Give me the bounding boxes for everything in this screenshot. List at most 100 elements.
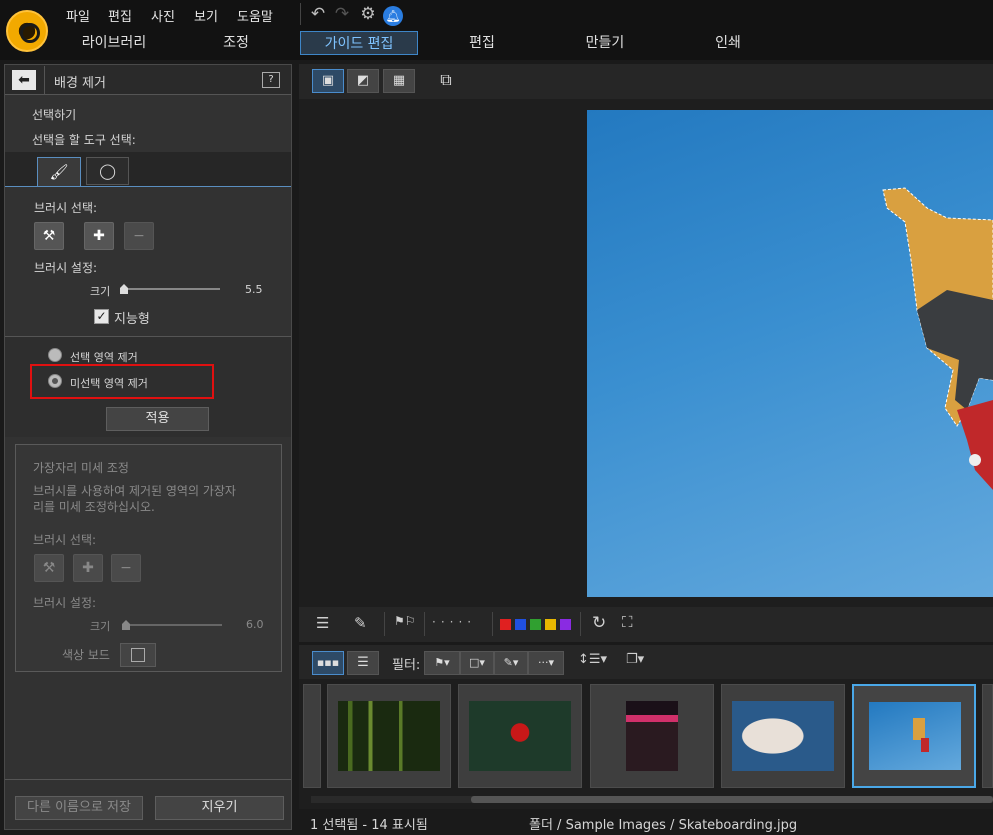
size-label: 크기	[90, 285, 111, 298]
menu-photo[interactable]: 사진	[151, 6, 175, 25]
apply-button[interactable]: 적용	[106, 407, 209, 431]
sort-dropdown-icon[interactable]: ↕☰▾	[578, 652, 607, 667]
save-as-button[interactable]: 다른 이름으로 저장	[15, 796, 143, 820]
app-logo	[6, 10, 48, 52]
refine-brush-settings-label: 브러시 설정:	[33, 596, 97, 610]
color-label-yellow[interactable]	[545, 619, 556, 630]
tab-guided-edit[interactable]: 가이드 편집	[300, 31, 418, 55]
back-arrow-icon[interactable]: ⬅	[12, 70, 36, 90]
toolbar-divider	[384, 612, 385, 636]
refine-restore-brush-icon[interactable]: ⚒	[34, 554, 64, 582]
skateboarding-image	[869, 702, 961, 770]
filter-rating-dropdown-icon[interactable]: ···▾	[528, 651, 564, 675]
thumbnail-partial[interactable]	[303, 684, 321, 788]
remove-unselected-label: 미선택 영역 제거	[70, 377, 148, 390]
rating-dots[interactable]: ·····	[432, 615, 476, 629]
color-label-green[interactable]	[530, 619, 541, 630]
color-label-blue[interactable]	[515, 619, 526, 630]
smart-checkbox[interactable]: ✓	[94, 309, 109, 324]
neon-sign-image	[626, 701, 678, 771]
color-label-purple[interactable]	[560, 619, 571, 630]
refine-desc-line-2: 리를 미세 조정하십시오.	[33, 500, 155, 514]
thumbnail-neon-sign[interactable]	[590, 684, 714, 788]
size-slider-track[interactable]	[120, 288, 220, 290]
settings-gear-icon[interactable]: ⚙	[358, 4, 378, 24]
maple-leaf-image	[469, 701, 571, 771]
thumbnail-rocket-launch[interactable]	[721, 684, 845, 788]
redo-icon[interactable]: ↷	[332, 4, 352, 24]
skater-figure	[882, 187, 993, 490]
auto-brush-icon[interactable]: ⚒	[34, 222, 64, 250]
selection-count: 1 선택됨 - 14 표시됨	[310, 818, 428, 833]
main-photo[interactable]	[587, 110, 993, 597]
refine-brush-select-label: 브러시 선택:	[33, 533, 97, 547]
refine-size-label: 크기	[90, 620, 111, 633]
select-header: 선택하기	[32, 108, 77, 122]
rocket-launch-image	[732, 701, 834, 771]
panel-header	[5, 65, 291, 95]
header-divider	[44, 66, 45, 94]
subtract-brush-icon[interactable]: −	[124, 222, 154, 250]
forest-image	[338, 701, 440, 771]
brush-select-label: 브러시 선택:	[34, 201, 98, 215]
tab-create[interactable]: 만들기	[572, 31, 638, 55]
color-label-red[interactable]	[500, 619, 511, 630]
help-icon[interactable]: ?	[262, 72, 280, 88]
thumbnail-skateboarding[interactable]	[852, 684, 976, 788]
size-value: 5.5	[245, 283, 263, 296]
single-view-icon[interactable]: ▣	[312, 69, 344, 93]
menu-view[interactable]: 보기	[194, 6, 218, 25]
grid-view-icon[interactable]: ▦	[383, 69, 415, 93]
remove-selected-label: 선택 영역 제거	[70, 351, 138, 364]
panel-title: 배경 제거	[54, 76, 106, 91]
filmstrip-scrollbar-thumb[interactable]	[471, 796, 993, 803]
tab-edit[interactable]: 편집	[452, 31, 512, 55]
footer-divider	[5, 779, 291, 780]
thumbnail-maple-leaf[interactable]	[458, 684, 582, 788]
menu-file[interactable]: 파일	[66, 6, 90, 25]
remove-unselected-radio[interactable]	[48, 374, 62, 388]
brush-tool-tab-icon[interactable]: 🖌︎	[37, 157, 81, 187]
notification-bell-icon[interactable]: 🔔︎	[383, 6, 403, 26]
list-view-icon[interactable]: ☰	[347, 651, 379, 675]
clear-button[interactable]: 지우기	[155, 796, 284, 820]
edit-pencil-icon[interactable]: ✎	[354, 614, 367, 632]
tab-library[interactable]: 라이브러리	[66, 31, 162, 55]
crop-compare-icon[interactable]: ⛶	[622, 613, 633, 631]
thumbnail-next-partial[interactable]	[982, 684, 993, 788]
toolbar-divider-2	[424, 612, 425, 636]
stack-dropdown-icon[interactable]: ❐▾	[626, 652, 644, 667]
refine-desc-line-1: 브러시를 사용하여 제거된 영역의 가장자	[33, 484, 236, 498]
select-tool-prompt: 선택을 할 도구 선택:	[32, 133, 136, 147]
filmstrip-view-icon[interactable]: ▪▪▪	[312, 651, 344, 675]
lasso-tool-tab-icon[interactable]: ◯	[86, 157, 129, 185]
menu-edit[interactable]: 편집	[108, 6, 132, 25]
tab-adjust[interactable]: 조정	[200, 31, 272, 55]
rotate-icon[interactable]: ↻	[592, 613, 606, 633]
color-board-label: 색상 보드	[62, 648, 110, 662]
fit-screen-icon[interactable]: ⧉	[430, 69, 462, 93]
filter-label: 필터:	[392, 658, 421, 673]
file-path: 폴더 / Sample Images / Skateboarding.jpg	[529, 818, 798, 833]
menu-divider	[300, 3, 301, 25]
compare-view-icon[interactable]: ◩	[347, 69, 379, 93]
thumbnail-forest[interactable]	[327, 684, 451, 788]
filter-edit-dropdown-icon[interactable]: ✎▾	[494, 651, 528, 675]
brush-settings-label: 브러시 설정:	[34, 261, 98, 275]
flag-icon[interactable]: ⚑⚐	[394, 614, 416, 628]
refine-subtract-brush-icon[interactable]: −	[111, 554, 141, 582]
toolbar-divider-4	[580, 612, 581, 636]
menu-help[interactable]: 도움말	[237, 6, 273, 25]
remove-selected-radio[interactable]	[48, 348, 62, 362]
refine-size-slider-track[interactable]	[122, 624, 222, 626]
refine-add-brush-icon[interactable]: ✚	[73, 554, 103, 582]
toolbar-divider-3	[492, 612, 493, 636]
refine-title: 가장자리 미세 조정	[33, 461, 129, 475]
filter-flag-dropdown-icon[interactable]: ⚑▾	[424, 651, 460, 675]
add-brush-icon[interactable]: ✚	[84, 222, 114, 250]
filter-shape-dropdown-icon[interactable]: □▾	[460, 651, 494, 675]
tab-print[interactable]: 인쇄	[700, 31, 756, 55]
undo-icon[interactable]: ↶	[308, 4, 328, 24]
metadata-icon[interactable]: ☰	[316, 614, 329, 632]
color-swatch-icon	[131, 648, 145, 662]
